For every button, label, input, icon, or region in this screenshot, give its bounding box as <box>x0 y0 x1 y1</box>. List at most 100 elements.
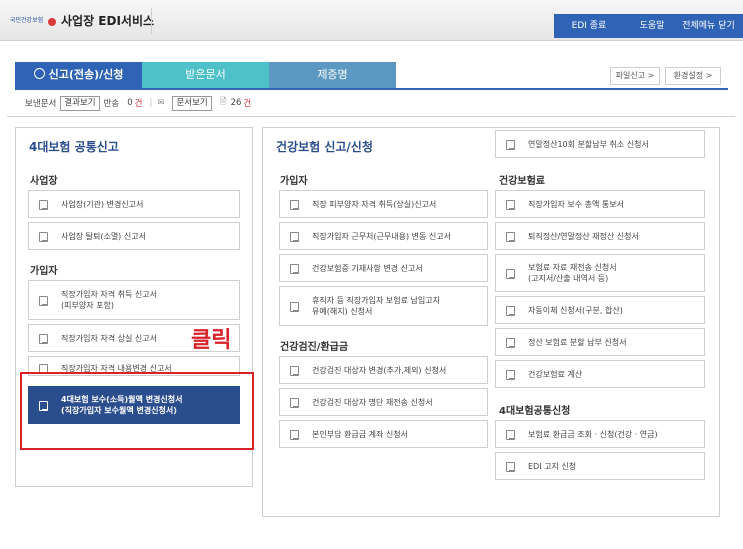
document-icon <box>290 365 300 376</box>
document-icon <box>290 397 300 408</box>
document-icon <box>506 268 516 279</box>
document-icon <box>506 199 516 210</box>
returned-count: 0 <box>127 98 133 108</box>
document-icon <box>39 295 49 306</box>
item-label: 보험료 자료 재전송 신청서 (고지서/산출 내역서 등) <box>528 263 617 283</box>
document-icon <box>39 199 49 210</box>
help-button[interactable]: 도움말 <box>632 14 672 38</box>
document-icon <box>506 429 516 440</box>
item-label: 자동이체 신청서(구분, 합산) <box>528 305 623 315</box>
doc-count: 26 <box>230 98 242 108</box>
document-icon <box>39 333 49 344</box>
dependent-qualification-form[interactable]: 직장 피부양자 자격 취득(상실)신고서 <box>279 190 488 218</box>
auto-transfer-form[interactable]: 자동이체 신청서(구분, 합산) <box>495 296 705 324</box>
sent-docs-toolbar: 보낸문서 결과보기 반송 0 건 | ✉ 문서보기 🗎 26 건 <box>25 95 253 111</box>
envelope-icon: ✉ <box>157 98 165 108</box>
item-label: 보험료 환급금 조회 · 신청(건강 · 연금) <box>528 429 658 439</box>
item-label: 건강보험료 계산 <box>528 369 583 379</box>
premium-data-resend-form[interactable]: 보험료 자료 재전송 신청서 (고지서/산출 내역서 등) <box>495 254 705 292</box>
file-report-button[interactable]: 파일신고 > <box>610 67 660 85</box>
main-tabs: 신고(전송)/신청 받은문서 제증명 파일신고 > 환경설정 > <box>15 62 728 90</box>
document-icon: 🗎 <box>219 97 227 107</box>
item-label: 퇴직정산/연말정산 재정산 신청서 <box>528 231 639 241</box>
checkup-list-resend-form[interactable]: 건강검진 대상자 명단 재전송 신청서 <box>279 388 488 416</box>
section-workplace: 사업장 <box>30 176 58 187</box>
check-circle-icon <box>33 68 45 79</box>
section-join: 가입자 <box>30 266 58 277</box>
section-premium: 건강보험료 <box>499 176 545 187</box>
document-icon <box>39 231 49 242</box>
checkup-target-change-form[interactable]: 건강검진 대상자 변경(추가,제외) 신청서 <box>279 356 488 384</box>
tab-underline <box>15 88 728 90</box>
top-bar: 국민건강보험 사업장 EDI서비스 EDI 종료 도움말 전체메뉴 닫기 <box>0 0 743 41</box>
document-icon <box>290 429 300 440</box>
tab-report-submit[interactable]: 신고(전송)/신청 <box>15 62 142 88</box>
workplace-change-form[interactable]: 사업장(기관) 변경신고서 <box>28 190 240 218</box>
health-insurance-panel: 건강보험 신고/신청 연말정산10회 분할납부 취소 신청서 가입자 직장 피부… <box>262 127 720 517</box>
item-label: 휴직자 등 직장가입자 보험료 납입고지 유예(해지) 신청서 <box>312 296 440 316</box>
section-join: 가입자 <box>280 176 308 187</box>
installment-payment-form[interactable]: 정산 보험료 분할 납부 신청서 <box>495 328 705 356</box>
resettlement-form[interactable]: 퇴직정산/연말정산 재정산 신청서 <box>495 222 705 250</box>
item-label: 사업장(기관) 변경신고서 <box>61 199 144 209</box>
workplace-withdraw-form[interactable]: 사업장 탈퇴(소멸) 신고서 <box>28 222 240 250</box>
result-view-button[interactable]: 결과보기 <box>60 95 100 111</box>
item-label: 직장가입자 자격 상실 신고서 <box>61 333 157 343</box>
click-annotation: 클릭 <box>191 328 232 353</box>
salary-total-notice-form[interactable]: 직장가입자 보수 총액 통보서 <box>495 190 705 218</box>
workplace-change-report-form[interactable]: 직장가입자 근무처(근무내용) 변동 신고서 <box>279 222 488 250</box>
tab-label: 신고(전송)/신청 <box>48 68 124 81</box>
close-all-menu-button[interactable]: 전체메뉴 닫기 <box>674 14 743 38</box>
toolbar-divider: | <box>149 98 153 108</box>
tab-received-docs[interactable]: 받은문서 <box>142 62 269 88</box>
item-label: 건강검진 대상자 변경(추가,제외) 신청서 <box>312 365 447 375</box>
item-label: 건강보험증 기재사항 변경 신고서 <box>312 263 423 273</box>
document-icon <box>506 231 516 242</box>
refund-inquiry-form[interactable]: 보험료 환급금 조회 · 신청(건강 · 연금) <box>495 420 705 448</box>
item-label: EDI 고지 신청 <box>528 461 577 471</box>
document-icon <box>506 369 516 380</box>
document-icon <box>290 263 300 274</box>
item-label: 건강검진 대상자 명단 재전송 신청서 <box>312 397 433 407</box>
doc-view-button[interactable]: 문서보기 <box>172 95 212 111</box>
year-end-installment-cancel-form[interactable]: 연말정산10회 분할납부 취소 신청서 <box>495 130 705 158</box>
env-settings-button[interactable]: 환경설정 > <box>665 67 721 85</box>
health-insurance-title: 건강보험 신고/신청 <box>276 140 373 154</box>
leave-premium-deferral-form[interactable]: 휴직자 등 직장가입자 보험료 납입고지 유예(해지) 신청서 <box>279 286 488 326</box>
document-icon <box>290 231 300 242</box>
returned-label: 반송 <box>103 99 120 109</box>
logo-text: 국민건강보험 <box>10 17 44 24</box>
top-right-menu: EDI 종료 도움말 전체메뉴 닫기 <box>554 14 743 38</box>
tab-certificates[interactable]: 제증명 <box>269 62 396 88</box>
sent-docs-label: 보낸문서 <box>25 99 57 109</box>
item-label: 직장가입자 근무처(근무내용) 변동 신고서 <box>312 231 451 241</box>
highlight-box <box>20 372 254 450</box>
document-icon <box>506 139 516 150</box>
common-report-title: 4대보험 공통신고 <box>29 140 119 154</box>
item-label: 본인부담 환급금 계좌 신청서 <box>312 429 408 439</box>
item-label: 직장 피부양자 자격 취득(상실)신고서 <box>312 199 437 209</box>
document-icon <box>506 305 516 316</box>
premium-calculator[interactable]: 건강보험료 계산 <box>495 360 705 388</box>
doc-unit: 건 <box>243 99 252 109</box>
document-icon <box>290 199 300 210</box>
qualification-acquire-form[interactable]: 직장가입자 자격 취득 신고서 (피부양자 포함) <box>28 280 240 320</box>
insurance-card-change-form[interactable]: 건강보험증 기재사항 변경 신고서 <box>279 254 488 282</box>
toolbar-rule <box>7 116 735 117</box>
header-divider <box>151 8 152 34</box>
item-label: 직장가입자 자격 취득 신고서 (피부양자 포함) <box>61 290 157 310</box>
edi-end-button[interactable]: EDI 종료 <box>554 14 624 38</box>
returned-unit: 건 <box>134 99 143 109</box>
item-label: 연말정산10회 분할납부 취소 신청서 <box>528 139 649 149</box>
item-label: 사업장 탈퇴(소멸) 신고서 <box>61 231 146 241</box>
document-icon <box>506 337 516 348</box>
item-label: 직장가입자 보수 총액 통보서 <box>528 199 624 209</box>
app-title: 사업장 EDI서비스 <box>61 14 155 28</box>
edi-notice-form[interactable]: EDI 고지 신청 <box>495 452 705 480</box>
section-common: 4대보험공통신청 <box>499 406 571 417</box>
nhis-logo: 국민건강보험 <box>10 12 56 30</box>
logo-mark-icon <box>48 18 56 26</box>
refund-account-form[interactable]: 본인부담 환급금 계좌 신청서 <box>279 420 488 448</box>
document-icon <box>290 301 300 312</box>
document-icon <box>506 461 516 472</box>
